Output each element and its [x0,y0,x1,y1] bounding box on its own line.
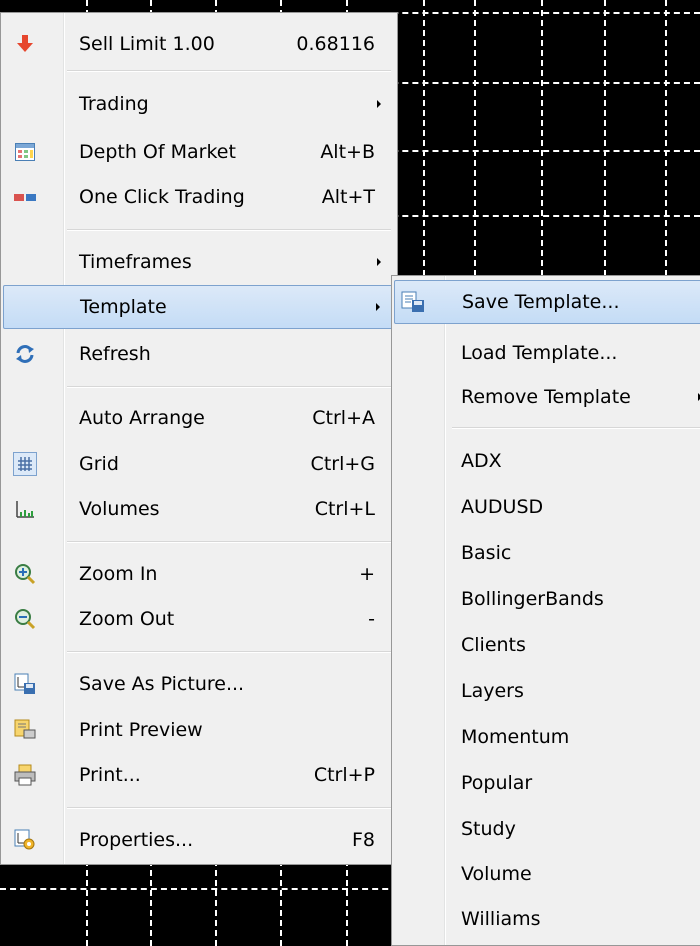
menu-item-label: Popular [461,772,533,794]
save-template-icon [401,290,425,314]
submenu-item-template[interactable]: AUDUSD [394,486,700,528]
menu-item-label: Volumes [79,498,160,520]
menu-item-label: One Click Trading [79,186,245,208]
menu-item-volumes[interactable]: Volumes Ctrl+L [3,488,395,530]
menu-item-label: Depth Of Market [79,141,236,163]
menu-item-label: Volume [461,863,532,885]
one-click-trading-icon [13,185,37,209]
menu-item-price: 0.68116 [296,33,375,55]
menu-item-label: Save As Picture... [79,673,245,695]
menu-item-grid[interactable]: Grid Ctrl+G [3,443,395,485]
menu-item-label: Properties... [79,829,194,851]
menu-item-print[interactable]: Print... Ctrl+P [3,754,395,796]
menu-separator [67,807,391,809]
zoom-in-icon [13,562,37,586]
menu-item-label: Grid [79,453,119,475]
menu-item-shortcut: + [359,563,375,585]
submenu-arrow-icon [377,258,381,266]
menu-item-label: Clients [461,634,526,656]
volumes-icon [13,497,37,521]
menu-item-shortcut: Ctrl+P [313,764,375,786]
menu-item-save-as-picture[interactable]: Save As Picture... [3,663,395,705]
submenu-item-save-template[interactable]: Save Template... [394,280,700,324]
template-submenu: Save Template... Load Template... Remove… [391,275,700,946]
menu-item-label: AUDUSD [461,496,544,518]
menu-item-zoom-in[interactable]: Zoom In + [3,553,395,595]
menu-item-label: BollingerBands [461,588,604,610]
menu-item-trading[interactable]: Trading [3,83,395,125]
menu-item-label: Momentum [461,726,570,748]
menu-item-label: Remove Template [461,386,631,408]
menu-separator [67,541,391,543]
submenu-item-template[interactable]: BollingerBands [394,578,700,620]
menu-item-label: Layers [461,680,524,702]
submenu-arrow-icon [376,303,380,311]
menu-item-depth-of-market[interactable]: Depth Of Market Alt+B [3,131,395,173]
menu-item-label: Save Template... [462,291,620,313]
print-icon [13,763,37,787]
menu-item-shortcut: F8 [351,829,375,851]
menu-item-auto-arrange[interactable]: Auto Arrange Ctrl+A [3,397,395,439]
menu-item-label: Basic [461,542,512,564]
submenu-item-template[interactable]: Clients [394,624,700,666]
menu-item-shortcut: Ctrl+G [310,453,375,475]
submenu-item-template[interactable]: Basic [394,532,700,574]
submenu-item-remove-template[interactable]: Remove Template [394,376,700,418]
menu-item-timeframes[interactable]: Timeframes [3,241,395,283]
submenu-item-template[interactable]: Layers [394,670,700,712]
menu-item-label: Auto Arrange [79,407,205,429]
menu-separator [67,70,391,72]
zoom-out-icon [13,607,37,631]
menu-item-label: Load Template... [461,342,618,364]
menu-item-label: Print Preview [79,719,203,741]
menu-item-shortcut: Ctrl+A [312,407,375,429]
menu-item-template[interactable]: Template [3,285,395,329]
menu-item-print-preview[interactable]: Print Preview [3,709,395,751]
submenu-item-template[interactable]: Volume [394,853,700,895]
properties-icon [13,828,37,852]
menu-separator [67,229,391,231]
menu-item-sell-limit[interactable]: Sell Limit 1.00 0.68116 [3,23,395,65]
menu-item-label: Study [461,818,516,840]
menu-separator [452,427,700,429]
save-as-picture-icon [13,672,37,696]
menu-item-zoom-out[interactable]: Zoom Out - [3,598,395,640]
menu-item-label: Timeframes [79,251,192,273]
menu-item-label: Refresh [79,343,151,365]
submenu-item-template[interactable]: Momentum [394,716,700,758]
menu-item-label: Sell Limit 1.00 [79,33,215,55]
sell-limit-arrow-icon [13,32,37,56]
menu-item-one-click-trading[interactable]: One Click Trading Alt+T [3,176,395,218]
depth-of-market-icon [13,140,37,164]
menu-item-shortcut: Ctrl+L [314,498,375,520]
menu-item-label: Print... [79,764,141,786]
menu-item-properties[interactable]: Properties... F8 [3,819,395,861]
submenu-arrow-icon [377,100,381,108]
menu-separator [67,651,391,653]
submenu-item-template[interactable]: Williams [394,898,700,940]
grid-icon [13,452,37,476]
menu-item-label: ADX [461,450,502,472]
submenu-item-template[interactable]: Popular [394,762,700,804]
menu-item-shortcut: - [368,608,375,630]
refresh-icon [13,342,37,366]
menu-item-label: Williams [461,908,541,930]
menu-item-shortcut: Alt+B [320,141,375,163]
menu-item-label: Zoom In [79,563,158,585]
submenu-item-template[interactable]: Study [394,808,700,850]
menu-item-label: Trading [79,93,149,115]
menu-item-shortcut: Alt+T [321,186,375,208]
submenu-item-load-template[interactable]: Load Template... [394,332,700,374]
menu-item-label: Template [80,296,167,318]
menu-item-refresh[interactable]: Refresh [3,333,395,375]
chart-context-menu: Sell Limit 1.00 0.68116 Trading Depth Of… [0,12,398,865]
submenu-item-template[interactable]: ADX [394,440,700,482]
menu-separator [67,386,391,388]
print-preview-icon [13,718,37,742]
menu-item-label: Zoom Out [79,608,175,630]
